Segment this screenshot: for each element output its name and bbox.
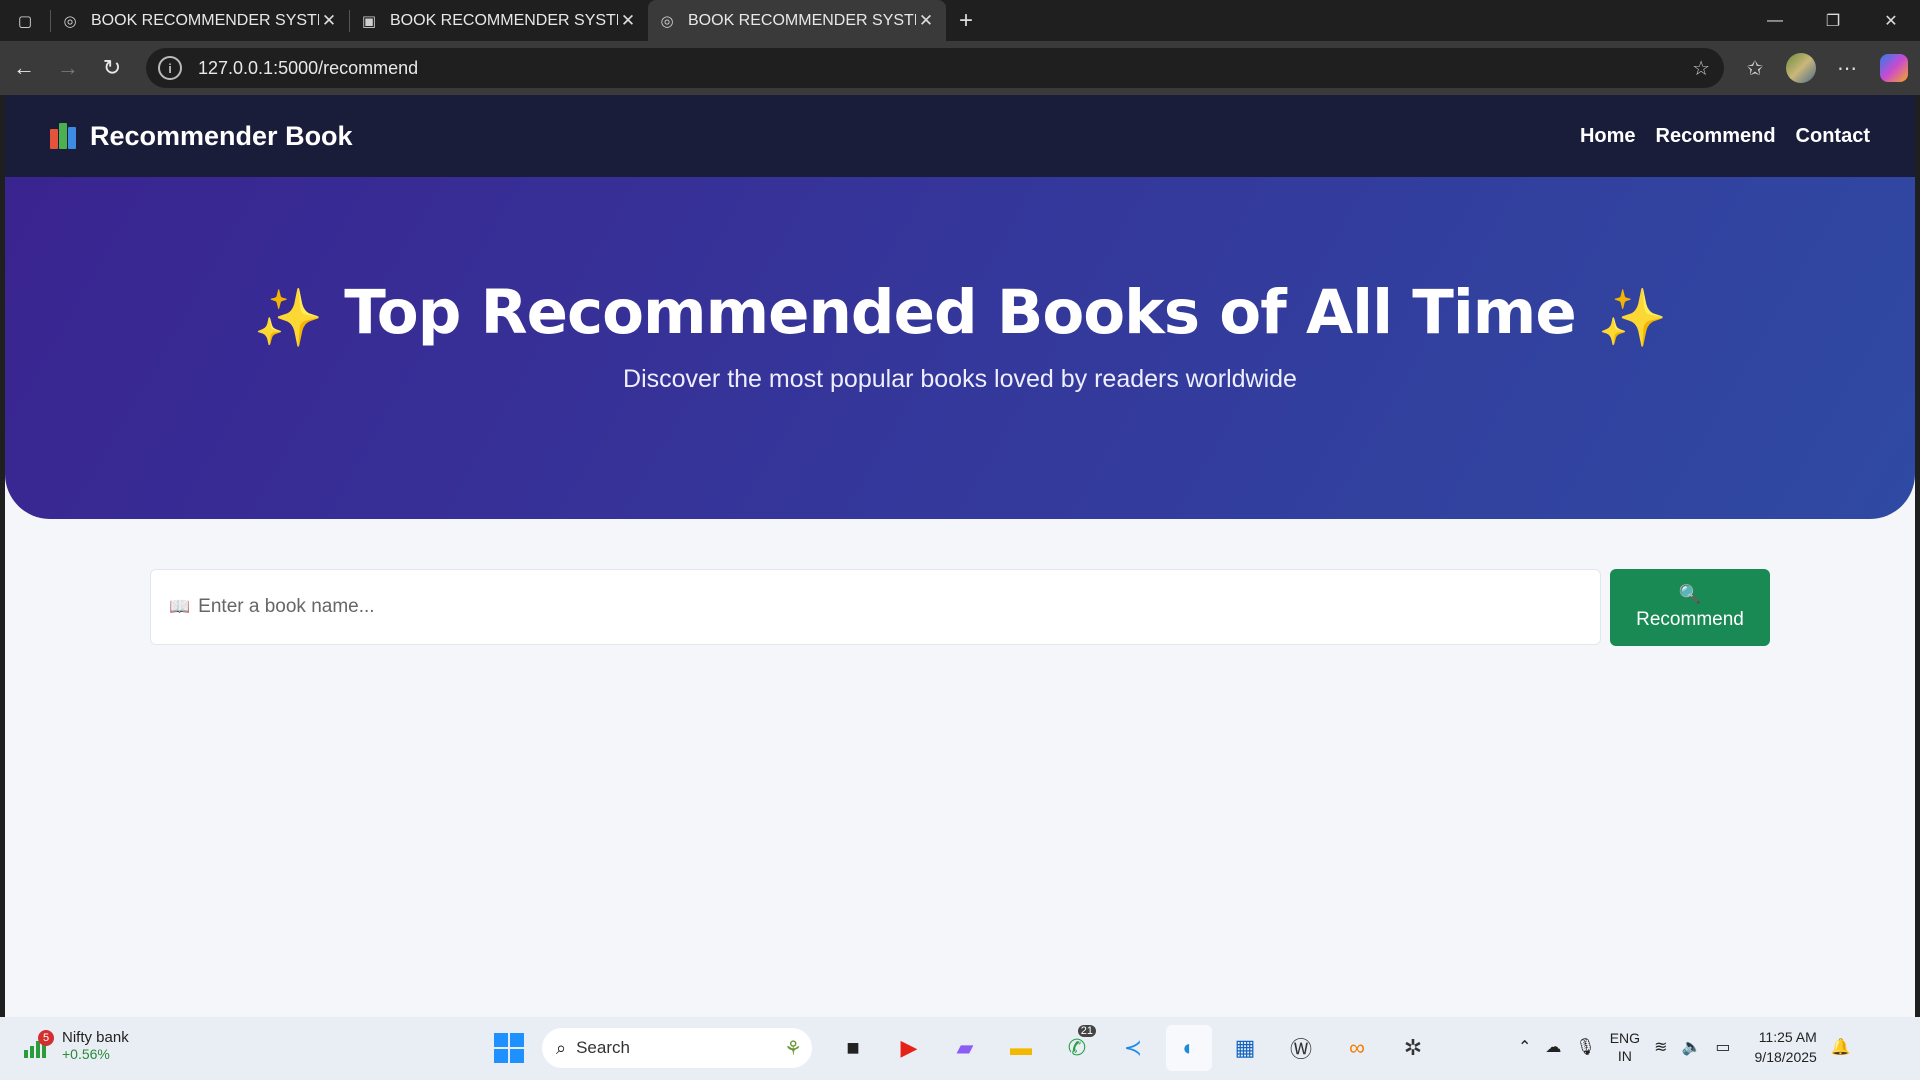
page-viewport: Recommender Book Home Recommend Contact … [5,95,1915,1017]
close-icon[interactable]: ✕ [916,11,936,31]
new-tab-button[interactable]: + [946,0,986,41]
bamboo-decoration-icon: ⚘ [784,1037,802,1060]
url-text: 127.0.0.1:5000/recommend [198,57,419,78]
volume-icon[interactable]: 🔈 [1681,1037,1701,1057]
search-icon: ⌕ [556,1037,567,1058]
window-close-icon[interactable]: ✕ [1862,0,1920,41]
sparkles-icon: ✨ [253,286,324,351]
brand-logo[interactable]: Recommender Book [50,121,353,152]
lang-top: ENG [1609,1030,1641,1046]
browser-tab-bar: ▢ ◎ BOOK RECOMMENDER SYSTEM ✕ ▣ BOOK REC… [0,0,1920,41]
globe-icon: ◎ [660,12,674,30]
notification-badge: 5 [38,1029,54,1046]
restore-icon[interactable]: ❐ [1804,0,1862,41]
magnifier-icon: 🔍 [1678,584,1702,604]
browser-tab-1[interactable]: ◎ BOOK RECOMMENDER SYSTEM ✕ [51,0,349,41]
clock-date: 9/18/2025 [1754,1049,1817,1065]
window-controls: — ❐ ✕ [1746,0,1920,41]
market-widget[interactable]: 5 Nifty bank +0.56% [24,1029,129,1062]
nav-link-contact[interactable]: Contact [1796,125,1870,148]
toolbar-actions: ✩ ⋯ [1732,41,1908,95]
site-navbar: Recommender Book Home Recommend Contact [5,95,1915,177]
notification-bell-icon[interactable]: 🔔 [1831,1037,1851,1057]
tab-title: BOOK RECOMMENDER SYSTEM [390,11,618,29]
terminal-icon: ▣ [361,12,377,30]
hero-title-text: Top Recommended Books of All Time [344,277,1576,348]
site-info-icon[interactable]: i [158,56,182,80]
hero-subtitle: Discover the most popular books loved by… [623,365,1297,393]
taskbar-search-label: Search [576,1038,630,1057]
nav-link-recommend[interactable]: Recommend [1656,125,1776,148]
books-icon [50,123,78,149]
reload-icon[interactable]: ↻ [90,46,134,90]
tab-title: BOOK RECOMMENDER SYSTEM [91,11,319,29]
onedrive-cloud-icon[interactable]: ☁ [1545,1037,1561,1057]
browser-tab-3-active[interactable]: ◎ BOOK RECOMMENDER SYSTEM ✕ [648,0,946,41]
battery-icon[interactable]: ▭ [1715,1037,1730,1057]
site-nav-links: Home Recommend Contact [1580,125,1870,148]
whatsapp-icon[interactable]: ✆ 21 [1054,1025,1100,1071]
microsoft-store-icon[interactable]: ▦ [1222,1025,1268,1071]
address-bar[interactable]: i 127.0.0.1:5000/recommend ☆ [146,48,1724,88]
widget-value: +0.56% [62,1046,110,1062]
minimize-icon[interactable]: — [1746,0,1804,41]
taskbar-search[interactable]: ⌕ Search ⚘ [542,1028,812,1068]
open-book-icon: 📖 [169,597,191,616]
windows-taskbar: 5 Nifty bank +0.56% ⌕ Search ⚘ ■ ▶ ▰ ▬ ✆… [0,1017,1920,1080]
youtube-icon[interactable]: ▶ [886,1025,932,1071]
system-tray: ⌃ ☁ 🎙 ENG IN ≋ 🔈 ▭ 11:25 AM 9/18/2025 🔔 [1518,1027,1851,1067]
wifi-icon[interactable]: ≋ [1654,1037,1667,1057]
lang-bottom: IN [1617,1048,1632,1064]
clock-time: 11:25 AM [1758,1029,1817,1045]
browser-tab-2[interactable]: ▣ BOOK RECOMMENDER SYSTEM ✕ [350,0,648,41]
file-explorer-icon[interactable]: ▬ [998,1025,1044,1071]
windows-start-icon[interactable] [494,1033,524,1063]
brand-name: Recommender Book [90,120,353,151]
back-icon[interactable]: ← [2,46,46,90]
tab-actions-icon[interactable]: ▢ [0,0,50,41]
recommend-button[interactable]: 🔍 Recommend [1610,569,1770,646]
hero-title: ✨ Top Recommended Books of All Time ✨ [5,277,1915,351]
taskbar-apps: ⌕ Search ⚘ ■ ▶ ▰ ▬ ✆ 21 ≺ ◐ ▦ Ⓦ ∞ ✲ [494,1025,1436,1071]
tab-title: BOOK RECOMMENDER SYSTEM [688,11,916,29]
globe-icon: ◎ [63,12,77,30]
favorite-star-icon[interactable]: ☆ [1692,56,1710,81]
nav-link-home[interactable]: Home [1580,125,1636,148]
book-search-box: 📖 [150,569,1601,645]
sparkles-icon: ✨ [1597,286,1668,351]
whatsapp-count: 21 [1077,1025,1096,1037]
clipchamp-icon[interactable]: ▰ [942,1025,988,1071]
favorites-icon[interactable]: ✩ [1732,46,1778,90]
chevron-up-icon[interactable]: ⌃ [1518,1037,1531,1057]
forward-icon[interactable]: → [46,46,90,90]
wordpress-icon[interactable]: Ⓦ [1278,1025,1324,1071]
task-view-icon[interactable]: ■ [830,1025,876,1071]
recommend-button-label: Recommend [1636,609,1744,630]
close-icon[interactable]: ✕ [618,11,638,31]
hero-banner: ✨ Top Recommended Books of All Time ✨ Disc… [5,177,1915,519]
language-indicator[interactable]: ENG IN [1610,1029,1640,1065]
profile-avatar[interactable] [1786,53,1816,83]
more-options-icon[interactable]: ⋯ [1824,46,1870,90]
stock-chart-icon: 5 [24,1029,54,1058]
vscode-icon[interactable]: ≺ [1110,1025,1156,1071]
edge-browser-icon[interactable]: ◐ [1166,1025,1212,1071]
app-icon[interactable]: ∞ [1334,1025,1380,1071]
microphone-icon[interactable]: 🎙 [1575,1037,1595,1057]
widget-title: Nifty bank [62,1029,129,1046]
book-name-input[interactable] [198,596,1499,618]
close-icon[interactable]: ✕ [319,11,339,31]
copilot-icon[interactable] [1880,54,1908,82]
clock[interactable]: 11:25 AM 9/18/2025 [1755,1027,1817,1067]
chatgpt-icon[interactable]: ✲ [1390,1025,1436,1071]
browser-toolbar: ← → ↻ i 127.0.0.1:5000/recommend ☆ ✩ ⋯ [0,41,1920,95]
